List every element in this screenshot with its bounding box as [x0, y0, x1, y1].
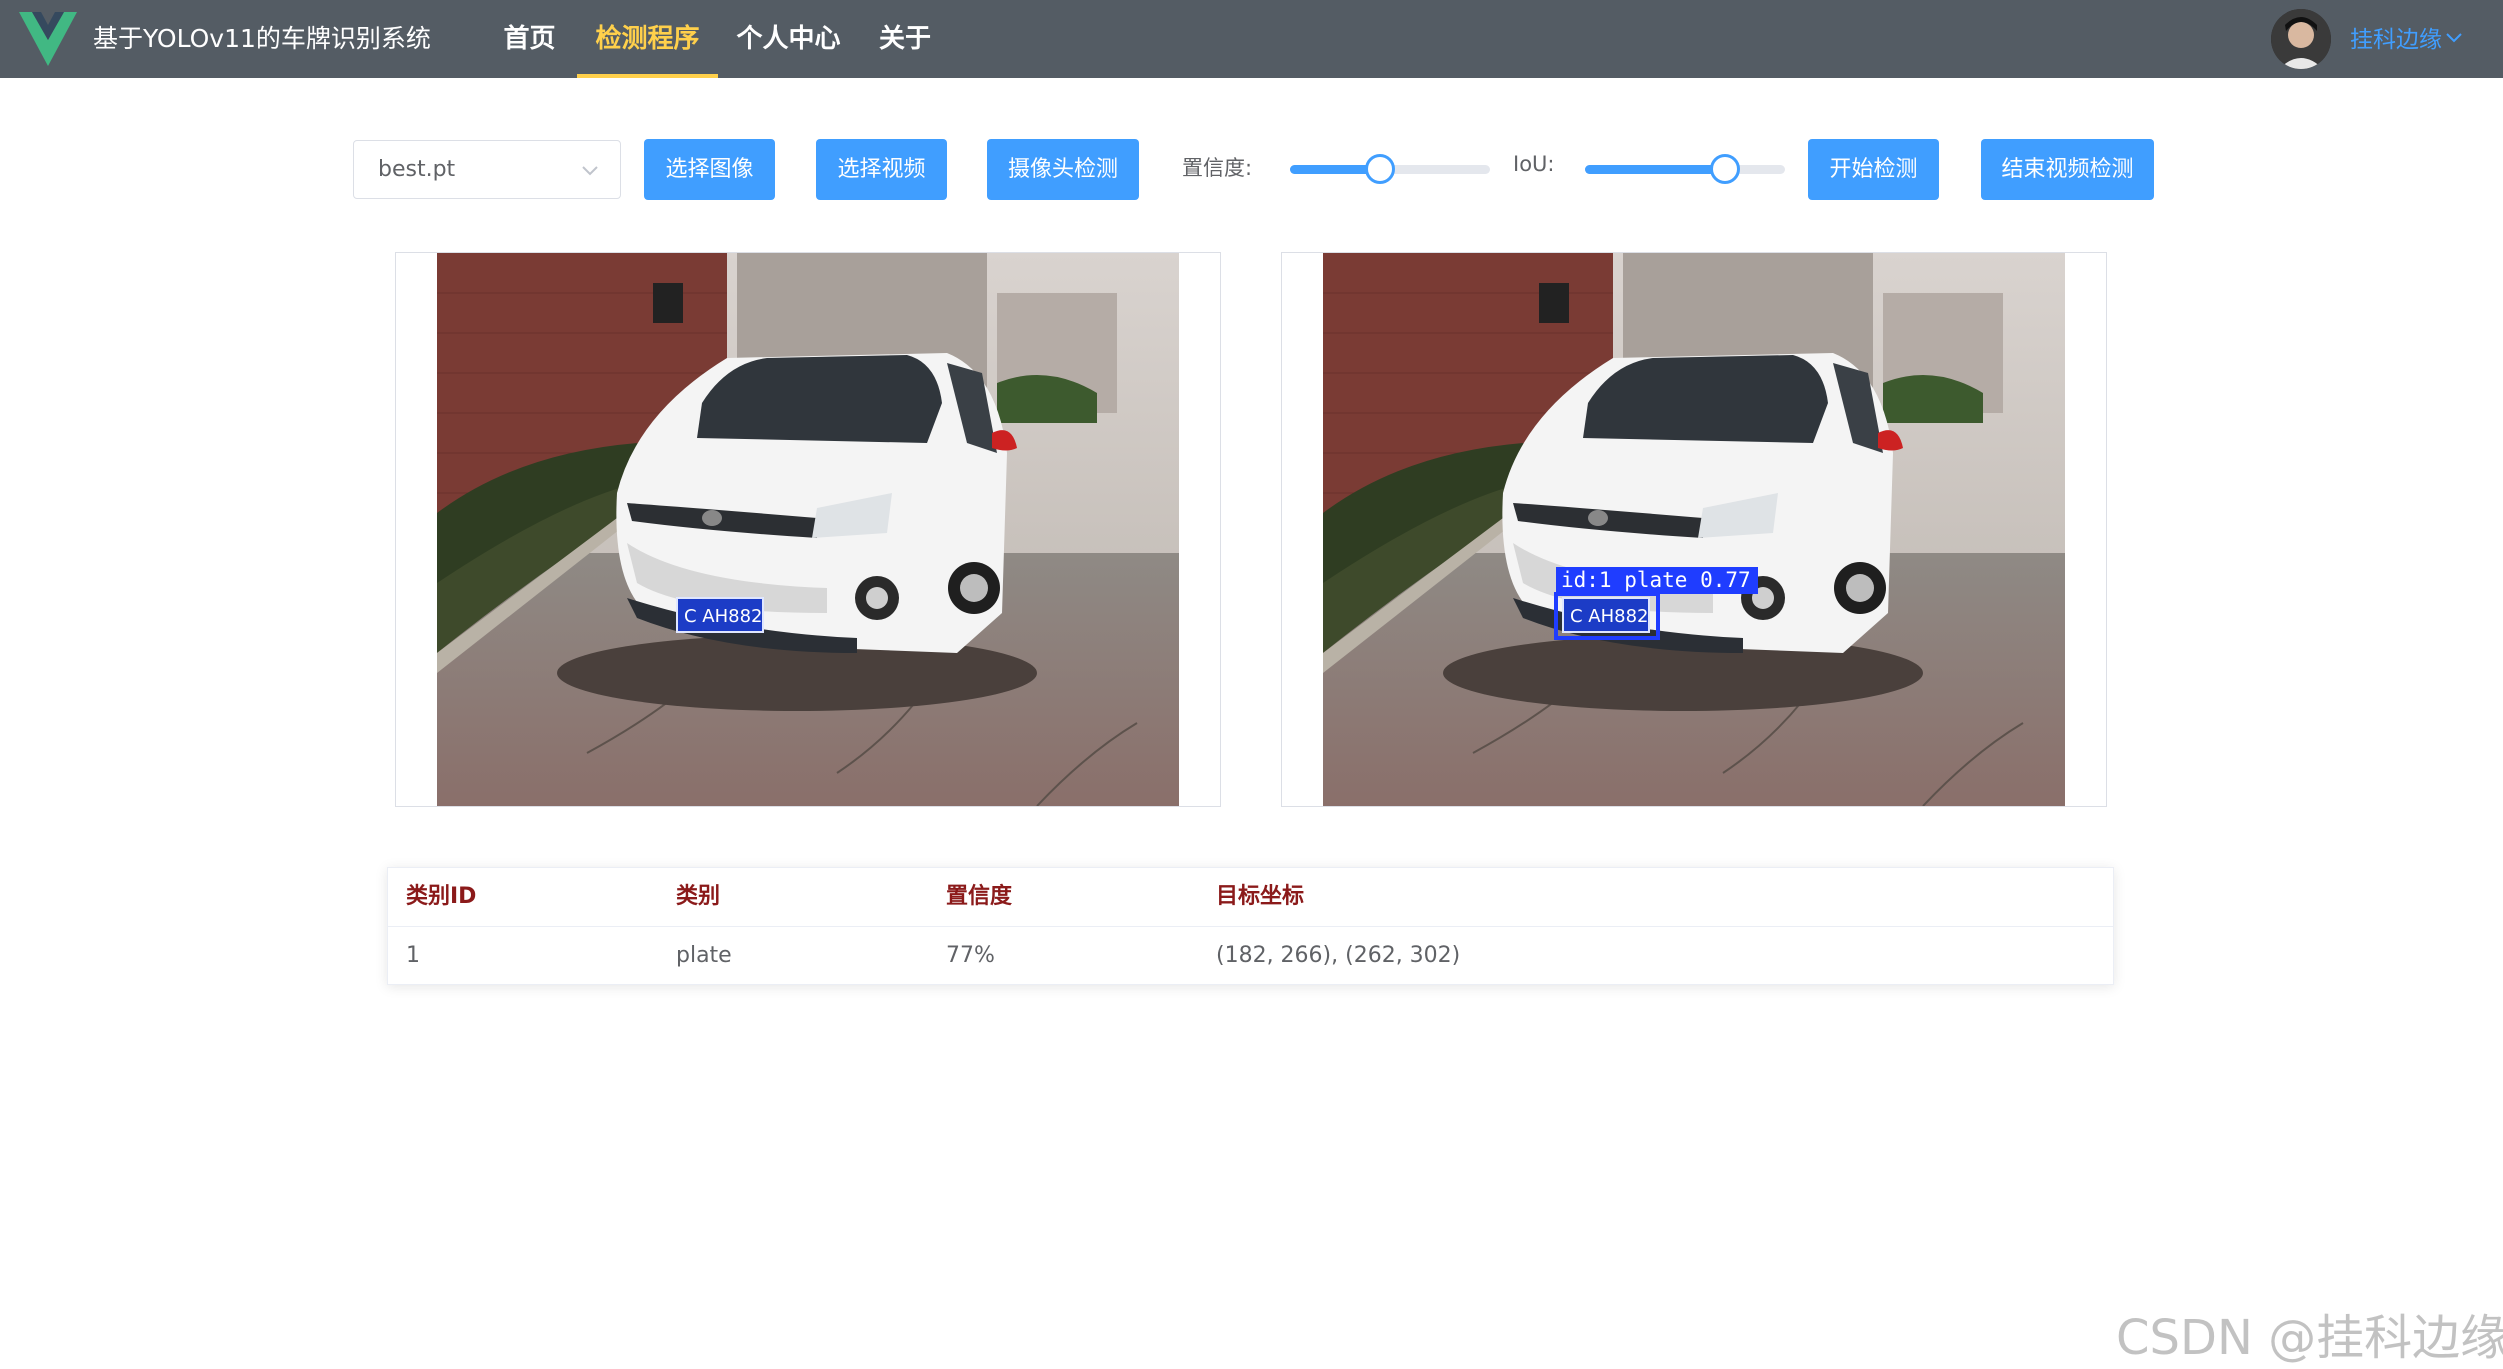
confidence-label: 置信度: — [1182, 156, 1253, 180]
user-avatar-icon — [2271, 9, 2331, 69]
table-cell-coordinates: (182, 266), (262, 302) — [1216, 943, 1461, 968]
app-title: 基于YOLOv11的车牌识别系统 — [93, 24, 431, 53]
camera-detect-button[interactable]: 摄像头检测 — [987, 139, 1139, 200]
vue-logo-icon — [19, 12, 77, 66]
model-select-value: best.pt — [378, 157, 456, 182]
chevron-down-icon — [582, 166, 598, 176]
iou-label: IoU: — [1513, 152, 1555, 176]
result-image-panel: C AH882 id:1 plate 0.77 — [1281, 252, 2107, 807]
column-header-coordinates: 目标坐标 — [1216, 884, 1305, 909]
table-cell-class: plate — [676, 943, 732, 968]
confidence-slider-thumb[interactable] — [1365, 154, 1395, 184]
confidence-slider[interactable] — [1290, 154, 1490, 184]
original-image-panel: C AH882 — [395, 252, 1221, 807]
detection-label: id:1 plate 0.77 — [1561, 568, 1751, 592]
original-car-image: C AH882 — [437, 253, 1179, 806]
stop-video-detect-button[interactable]: 结束视频检测 — [1981, 139, 2154, 200]
top-navbar: 基于YOLOv11的车牌识别系统 首页 检测程序 个人中心 关于 挂科边缘 — [0, 0, 2503, 78]
avatar[interactable] — [2271, 9, 2331, 69]
nav-about[interactable]: 关于 — [869, 0, 941, 78]
table-cell-class-id: 1 — [406, 943, 420, 968]
start-detect-button[interactable]: 开始检测 — [1808, 139, 1939, 200]
chevron-down-icon[interactable] — [2446, 33, 2462, 43]
user-name[interactable]: 挂科边缘 — [2350, 0, 2442, 78]
nav-home[interactable]: 首页 — [492, 0, 567, 78]
detected-car-image: C AH882 id:1 plate 0.77 — [1323, 253, 2065, 806]
column-header-class: 类别 — [676, 884, 721, 909]
iou-slider-thumb[interactable] — [1710, 154, 1740, 184]
plate-text: C AH882 — [684, 606, 763, 627]
iou-slider[interactable] — [1585, 154, 1785, 184]
nav-profile[interactable]: 个人中心 — [727, 0, 850, 78]
column-header-class-id: 类别ID — [406, 884, 477, 909]
table-cell-confidence: 77% — [946, 943, 995, 968]
watermark: CSDN @挂科边缘 — [2116, 1310, 2503, 1366]
results-table: 类别ID 类别 置信度 目标坐标 1 plate 77% (182, 266),… — [387, 867, 2114, 985]
select-video-button[interactable]: 选择视频 — [816, 139, 947, 200]
plate-text: C AH882 — [1570, 606, 1649, 627]
nav-detection[interactable]: 检测程序 — [577, 0, 718, 78]
iou-slider-fill — [1585, 165, 1725, 174]
model-select[interactable]: best.pt — [353, 140, 621, 199]
column-header-confidence: 置信度 — [946, 884, 1013, 909]
select-image-button[interactable]: 选择图像 — [644, 139, 775, 200]
